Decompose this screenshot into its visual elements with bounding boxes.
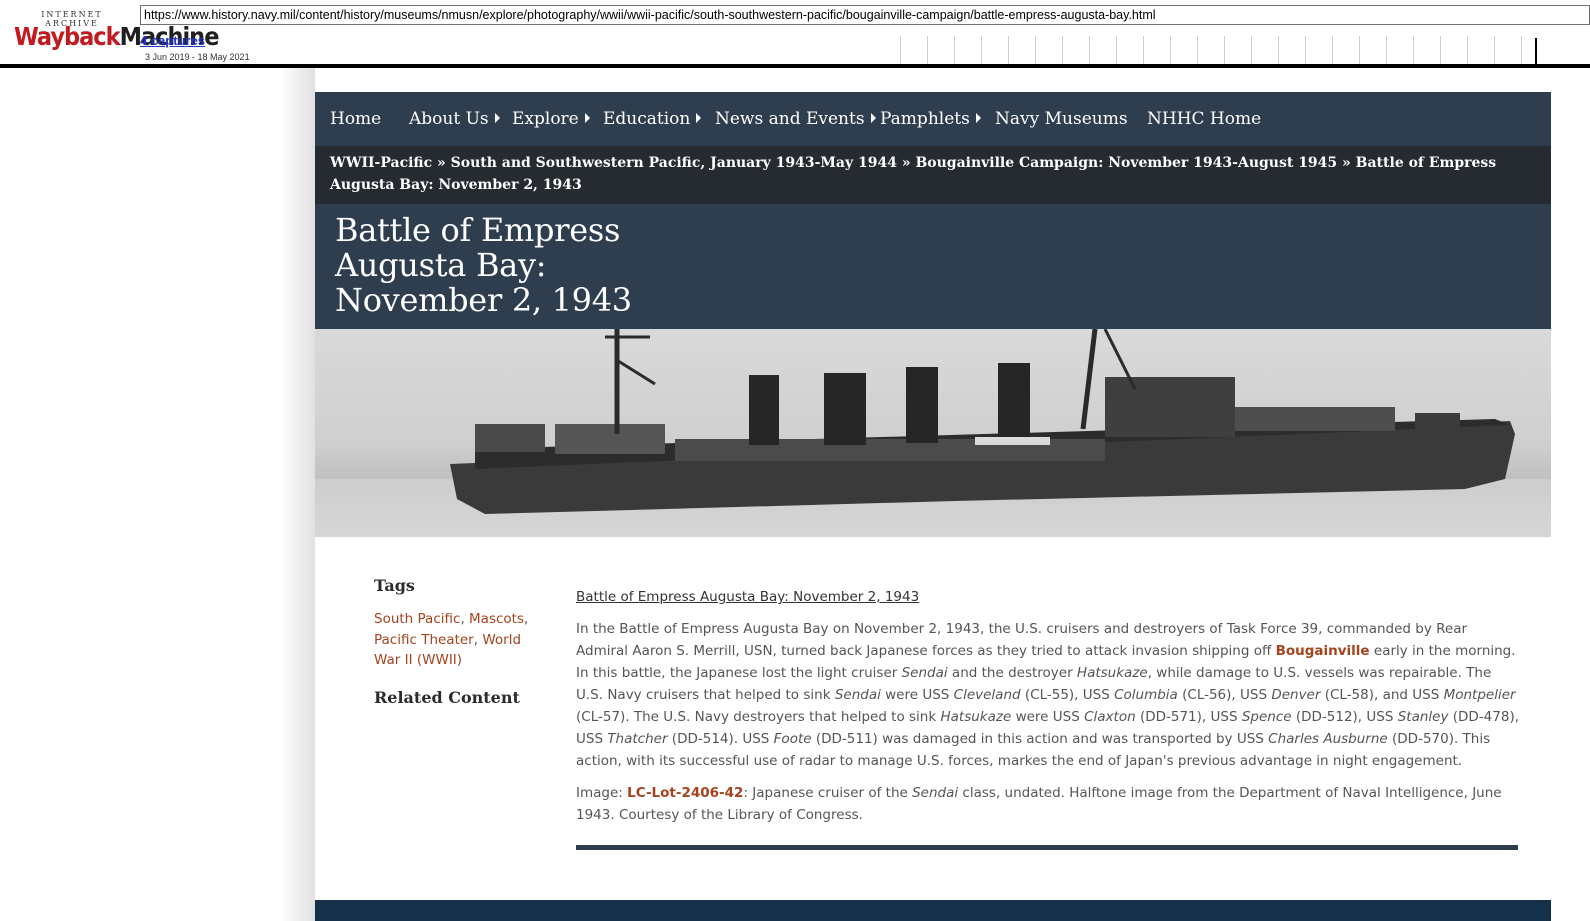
caret-right-icon <box>696 112 702 123</box>
tag-link-south-pacific[interactable]: South Pacific <box>374 611 460 627</box>
breadcrumb-separator: » <box>901 155 911 171</box>
nav-item-navy-museums[interactable]: Navy Museums <box>995 92 1128 146</box>
tags-list: South Pacific, Mascots, Pacific Theater,… <box>374 611 529 668</box>
image-source-link[interactable]: LC-Lot-2406-42 <box>627 785 743 801</box>
wayback-logo[interactable]: INTERNET ARCHIVE WaybackMachine <box>14 10 219 54</box>
sparkline-tick <box>981 36 982 64</box>
breadcrumb-separator: » <box>437 155 446 171</box>
sparkline-tick <box>1440 36 1441 64</box>
captures-link[interactable]: 4 captures <box>140 33 205 48</box>
sparkline-tick <box>1035 36 1036 64</box>
sparkline-tick <box>927 36 928 64</box>
capture-date-range: 3 Jun 2019 - 18 May 2021 <box>145 52 250 62</box>
sparkline-tick <box>954 36 955 64</box>
article-heading: Battle of Empress Augusta Bay: November … <box>576 589 920 605</box>
tag-link-mascots[interactable]: Mascots <box>469 611 524 627</box>
sparkline-tick <box>1224 36 1225 64</box>
bougainville-link[interactable]: Bougainville <box>1276 643 1370 659</box>
nav-item-nhhc-home[interactable]: NHHC Home <box>1147 92 1261 146</box>
sparkline-tick <box>1251 36 1252 64</box>
wayback-toolbar: INTERNET ARCHIVE WaybackMachine https://… <box>0 0 1590 68</box>
nav-item-education[interactable]: Education <box>603 92 702 146</box>
sparkline-tick <box>1359 36 1360 64</box>
sparkline-tick <box>1008 36 1009 64</box>
article-divider <box>576 845 1518 850</box>
caret-right-icon <box>975 112 981 123</box>
article-body: Battle of Empress Augusta Bay: November … <box>576 586 1521 836</box>
footer-bar <box>315 900 1551 921</box>
sparkline-tick <box>1305 36 1306 64</box>
sparkline-tick <box>1062 36 1063 64</box>
breadcrumb: WWII-Pacific » South and Southwestern Pa… <box>315 146 1551 204</box>
wayback-url-input[interactable]: https://www.history.navy.mil/content/his… <box>140 5 1590 25</box>
sparkline-tick <box>1413 36 1414 64</box>
sparkline-tick <box>1386 36 1387 64</box>
sparkline-tick <box>1116 36 1117 64</box>
breadcrumb-item-bougainville-campaign[interactable]: Bougainville Campaign: November 1943-Aug… <box>915 155 1337 171</box>
tags-heading: Tags <box>374 576 415 595</box>
breadcrumb-separator: » <box>1342 155 1351 171</box>
related-content-heading: Related Content <box>374 688 520 707</box>
nav-item-pamphlets[interactable]: Pamphlets <box>880 92 981 146</box>
nav-item-news-and-events[interactable]: News and Events <box>715 92 876 146</box>
sparkline-tick <box>1494 36 1495 64</box>
sparkline-tick <box>1170 36 1171 64</box>
sparkline-tick <box>1332 36 1333 64</box>
breadcrumb-item-wwii-pacific[interactable]: WWII-Pacific <box>330 155 432 171</box>
nav-item-about-us[interactable]: About Us <box>409 92 500 146</box>
title-banner: Battle of Empress Augusta Bay: November … <box>315 204 1551 329</box>
page-title: Battle of Empress Augusta Bay: November … <box>335 211 632 319</box>
sparkline-tick <box>900 36 901 64</box>
sparkline-tick <box>1467 36 1468 64</box>
hero-photo-japanese-cruiser <box>315 329 1551 537</box>
sparkline-tick <box>1197 36 1198 64</box>
page-shadow <box>280 68 315 921</box>
sparkline-tick <box>1143 36 1144 64</box>
sparkline-tick <box>1521 36 1522 64</box>
main-nav: Home About Us Explore Education News and… <box>315 92 1551 146</box>
tag-link-pacific-theater[interactable]: Pacific Theater <box>374 632 474 648</box>
nav-item-home[interactable]: Home <box>330 92 381 146</box>
breadcrumb-item-south-southwestern-pacific[interactable]: South and Southwestern Pacific, January … <box>451 155 897 171</box>
caret-right-icon <box>870 112 876 123</box>
nav-item-explore[interactable]: Explore <box>512 92 590 146</box>
article-paragraph: In the Battle of Empress Augusta Bay on … <box>576 621 1519 769</box>
caret-right-icon <box>494 112 500 123</box>
image-caption: Image: LC-Lot-2406-42: Japanese cruiser … <box>576 785 1502 823</box>
sparkline-tick <box>1278 36 1279 64</box>
capture-sparkline[interactable] <box>900 36 1590 64</box>
sparkline-tick <box>1089 36 1090 64</box>
current-capture-marker <box>1535 38 1537 64</box>
caret-right-icon <box>584 112 590 123</box>
